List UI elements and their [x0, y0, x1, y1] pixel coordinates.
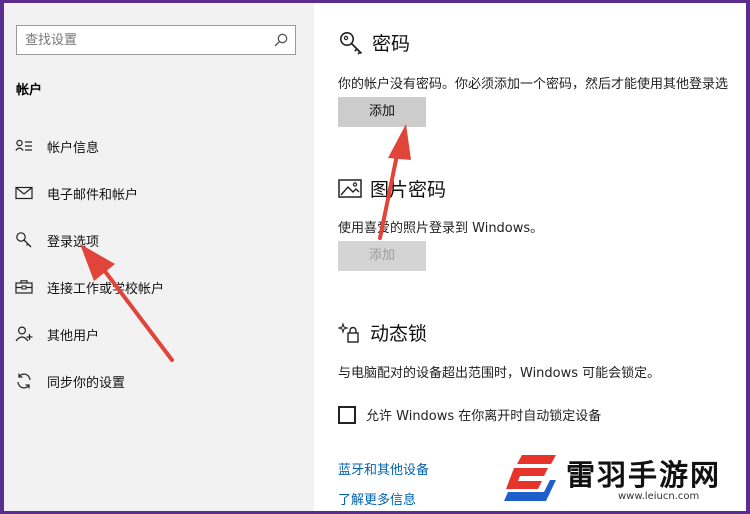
password-heading: 密码: [338, 29, 410, 56]
sidebar-item-other-users[interactable]: 其他用户: [14, 319, 304, 349]
sidebar: 帐户 帐户信息 电子邮件和帐户: [4, 3, 314, 511]
key-icon: [14, 230, 34, 250]
add-picture-password-button[interactable]: 添加: [338, 241, 426, 271]
dynamic-lock-description: 与电脑配对的设备超出范围时，Windows 可能会锁定。: [338, 366, 661, 381]
sidebar-item-account-info[interactable]: 帐户信息: [14, 131, 304, 161]
sidebar-item-label: 同步你的设置: [47, 375, 126, 391]
image-icon: [338, 178, 362, 198]
section-title: 帐户: [16, 83, 43, 98]
bluetooth-devices-link[interactable]: 蓝牙和其他设备: [338, 459, 429, 478]
sidebar-item-work-school[interactable]: 连接工作或学校帐户: [14, 272, 304, 302]
sidebar-item-label: 登录选项: [47, 234, 100, 250]
learn-more-link[interactable]: 了解更多信息: [338, 489, 416, 508]
dynamic-lock-icon: [338, 321, 359, 343]
settings-window: 帐户 帐户信息 电子邮件和帐户: [4, 3, 746, 511]
search-icon[interactable]: [273, 32, 289, 48]
dynamic-lock-heading: 动态锁: [338, 319, 427, 346]
sync-icon: [14, 371, 34, 391]
sidebar-item-label: 电子邮件和帐户: [47, 187, 139, 203]
search-input[interactable]: [25, 31, 255, 49]
sidebar-item-sync-settings[interactable]: 同步你的设置: [14, 366, 304, 396]
dynamic-lock-title: 动态锁: [370, 323, 428, 345]
watermark-title: 雷羽手游网: [566, 458, 722, 492]
dynamic-lock-checkbox-label: 允许 Windows 在你离开时自动锁定设备: [366, 409, 602, 424]
watermark-logo: [504, 455, 556, 501]
key-icon: [340, 31, 363, 55]
password-title: 密码: [372, 33, 411, 55]
mail-icon: [14, 183, 34, 203]
password-description: 你的帐户没有密码。你必须添加一个密码，然后才能使用其他登录选: [338, 77, 729, 92]
account-info-icon: [14, 136, 34, 156]
watermark-url: www.leiucn.com: [618, 491, 700, 502]
watermark: 雷羽手游网 www.leiucn.com: [496, 448, 746, 510]
sidebar-item-sign-in-options[interactable]: 登录选项: [14, 225, 304, 255]
sidebar-item-label: 其他用户: [47, 328, 100, 344]
dynamic-lock-checkbox[interactable]: [338, 405, 356, 424]
search-box[interactable]: [16, 25, 296, 55]
dynamic-lock-checkbox-row[interactable]: 允许 Windows 在你离开时自动锁定设备: [338, 405, 601, 424]
sidebar-item-label: 帐户信息: [47, 140, 100, 156]
add-password-button[interactable]: 添加: [338, 97, 426, 127]
sidebar-item-label: 连接工作或学校帐户: [47, 281, 165, 297]
picture-password-description: 使用喜爱的照片登录到 Windows。: [338, 221, 544, 236]
main-content: 密码 你的帐户没有密码。你必须添加一个密码，然后才能使用其他登录选 添加 图片密…: [314, 3, 746, 511]
picture-password-heading: 图片密码: [338, 175, 446, 202]
briefcase-icon: [14, 277, 34, 297]
picture-password-title: 图片密码: [370, 179, 447, 201]
sidebar-item-email-accounts[interactable]: 电子邮件和帐户: [14, 178, 304, 208]
person-add-icon: [14, 324, 34, 344]
